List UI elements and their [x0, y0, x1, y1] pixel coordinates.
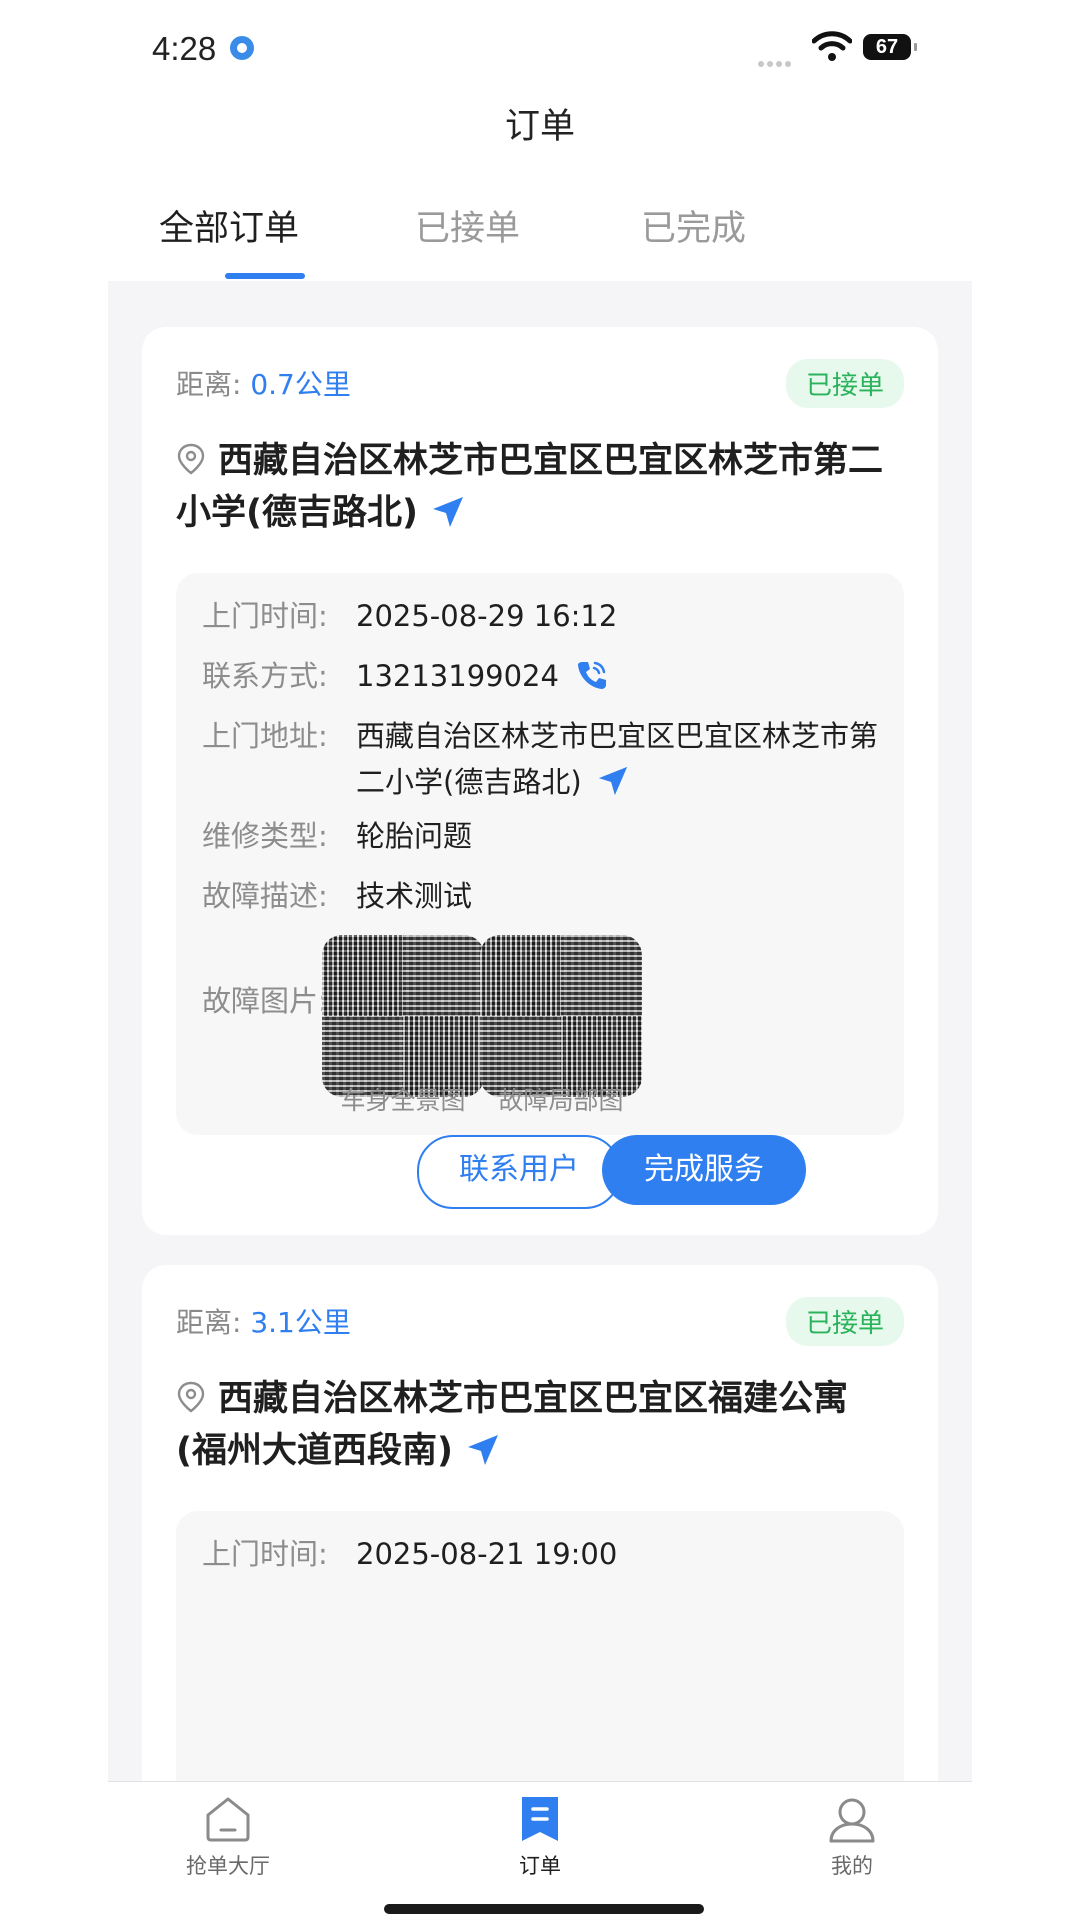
page-title: 订单: [504, 107, 575, 147]
wifi-icon: [812, 31, 852, 61]
status-badge: 已接单: [785, 1297, 904, 1346]
contact-value: 13213199024: [356, 653, 886, 699]
order-tabs: 全部订单 已接单 已完成: [108, 160, 972, 280]
visit-time-value: 2025-08-29 16:12: [356, 599, 618, 633]
home-icon: [206, 1797, 250, 1842]
tab-accepted[interactable]: 已接单: [415, 200, 520, 251]
location-pin-icon: [177, 1381, 205, 1413]
home-indicator: [384, 1904, 704, 1914]
navigate-arrow-icon[interactable]: [596, 764, 630, 798]
contact-label: 联系方式:: [202, 659, 328, 693]
order-card[interactable]: 距离: 3.1公里 已接单 西藏自治区林芝市巴宜区巴宜区福建公寓(福州大道西段南…: [142, 1265, 938, 1781]
tab-all-orders[interactable]: 全部订单: [159, 200, 299, 251]
user-icon: [829, 1798, 875, 1843]
order-card[interactable]: 距离: 0.7公里 已接单 西藏自治区林芝市巴宜区巴宜区林芝市第二小学(德吉路北…: [142, 327, 938, 1235]
distance: 距离: 0.7公里: [176, 363, 351, 403]
fault-image-thumbnail[interactable]: [322, 935, 484, 1097]
detail-row-visit-time: 上门时间: 2025-08-21 19:00: [202, 1531, 886, 1577]
complete-service-button[interactable]: 完成服务: [602, 1135, 806, 1205]
visit-time-value: 2025-08-21 19:00: [356, 1537, 618, 1571]
order-title-address[interactable]: 西藏自治区林芝市巴宜区巴宜区福建公寓(福州大道西段南): [176, 1373, 896, 1477]
address-value: 西藏自治区林芝市巴宜区巴宜区林芝市第二小学(德吉路北): [356, 713, 886, 805]
nav-me[interactable]: 我的: [752, 1782, 952, 1880]
nav-orders[interactable]: 订单: [440, 1782, 640, 1880]
order-title-address-text: 西藏自治区林芝市巴宜区巴宜区林芝市第二小学(德吉路北): [176, 441, 884, 533]
status-bar: 4:28 67: [108, 0, 972, 96]
repair-type-value: 轮胎问题: [356, 819, 473, 853]
repair-type-label: 维修类型:: [202, 819, 328, 853]
status-time: 4:28: [152, 30, 217, 67]
nav-label: 抢单大厅: [186, 1854, 270, 1878]
distance-value: 0.7公里: [250, 368, 351, 401]
image-caption: 故障局部图: [498, 1086, 624, 1115]
navigate-arrow-icon[interactable]: [465, 1432, 501, 1468]
distance: 距离: 3.1公里: [176, 1301, 351, 1341]
location-pin-icon: [177, 443, 205, 475]
visit-time-label: 上门时间:: [202, 599, 328, 633]
nav-grab-order-hall[interactable]: 抢单大厅: [128, 1782, 328, 1880]
active-tab-indicator: [225, 273, 305, 279]
nav-label: 订单: [519, 1854, 561, 1878]
detail-row-address: 上门地址: 西藏自治区林芝市巴宜区巴宜区林芝市第二小学(德吉路北): [202, 713, 886, 805]
distance-label: 距离:: [176, 1306, 242, 1339]
detail-row-visit-time: 上门时间: 2025-08-29 16:12: [202, 593, 886, 639]
detail-row-repair-type: 维修类型: 轮胎问题: [202, 813, 886, 859]
app-screen: 4:28 67 订单 全部订单 已接单 已完成 距离: 0.7公里 已接单 西藏…: [108, 0, 972, 1920]
distance-label: 距离:: [176, 368, 242, 401]
order-details-panel: 上门时间: 2025-08-29 16:12 联系方式: 13213199024 上…: [176, 573, 904, 1135]
order-bookmark-icon: [522, 1797, 558, 1841]
fault-image-thumbnail[interactable]: [480, 935, 642, 1097]
battery-icon: 67: [863, 34, 917, 60]
order-details-panel: 上门时间: 2025-08-21 19:00: [176, 1511, 904, 1781]
image-caption: 车身全景图: [340, 1086, 466, 1115]
contact-user-button[interactable]: 联系用户: [417, 1135, 621, 1209]
order-title-address-text: 西藏自治区林芝市巴宜区巴宜区福建公寓(福州大道西段南): [176, 1379, 849, 1471]
visit-time-label: 上门时间:: [202, 1537, 328, 1571]
cellular-signal-icon: [758, 52, 800, 67]
order-title-address[interactable]: 西藏自治区林芝市巴宜区巴宜区林芝市第二小学(德吉路北): [176, 435, 896, 539]
phone-call-icon[interactable]: [575, 658, 609, 692]
fault-desc-label: 故障描述:: [202, 879, 328, 913]
navigate-arrow-icon[interactable]: [430, 494, 466, 530]
distance-value: 3.1公里: [250, 1306, 351, 1339]
detail-row-contact: 联系方式: 13213199024: [202, 653, 886, 699]
detail-row-fault-desc: 故障描述: 技术测试: [202, 873, 886, 919]
order-list[interactable]: 距离: 0.7公里 已接单 西藏自治区林芝市巴宜区巴宜区林芝市第二小学(德吉路北…: [108, 281, 972, 1781]
status-badge: 已接单: [785, 359, 904, 408]
bottom-tab-bar: 抢单大厅 订单 我的: [108, 1781, 972, 1920]
location-indicator-icon: [230, 36, 254, 60]
tab-completed[interactable]: 已完成: [641, 200, 746, 251]
nav-label: 我的: [831, 1854, 873, 1878]
address-label: 上门地址:: [202, 719, 328, 753]
fault-desc-value: 技术测试: [356, 879, 473, 913]
contact-phone-number: 13213199024: [356, 659, 559, 693]
